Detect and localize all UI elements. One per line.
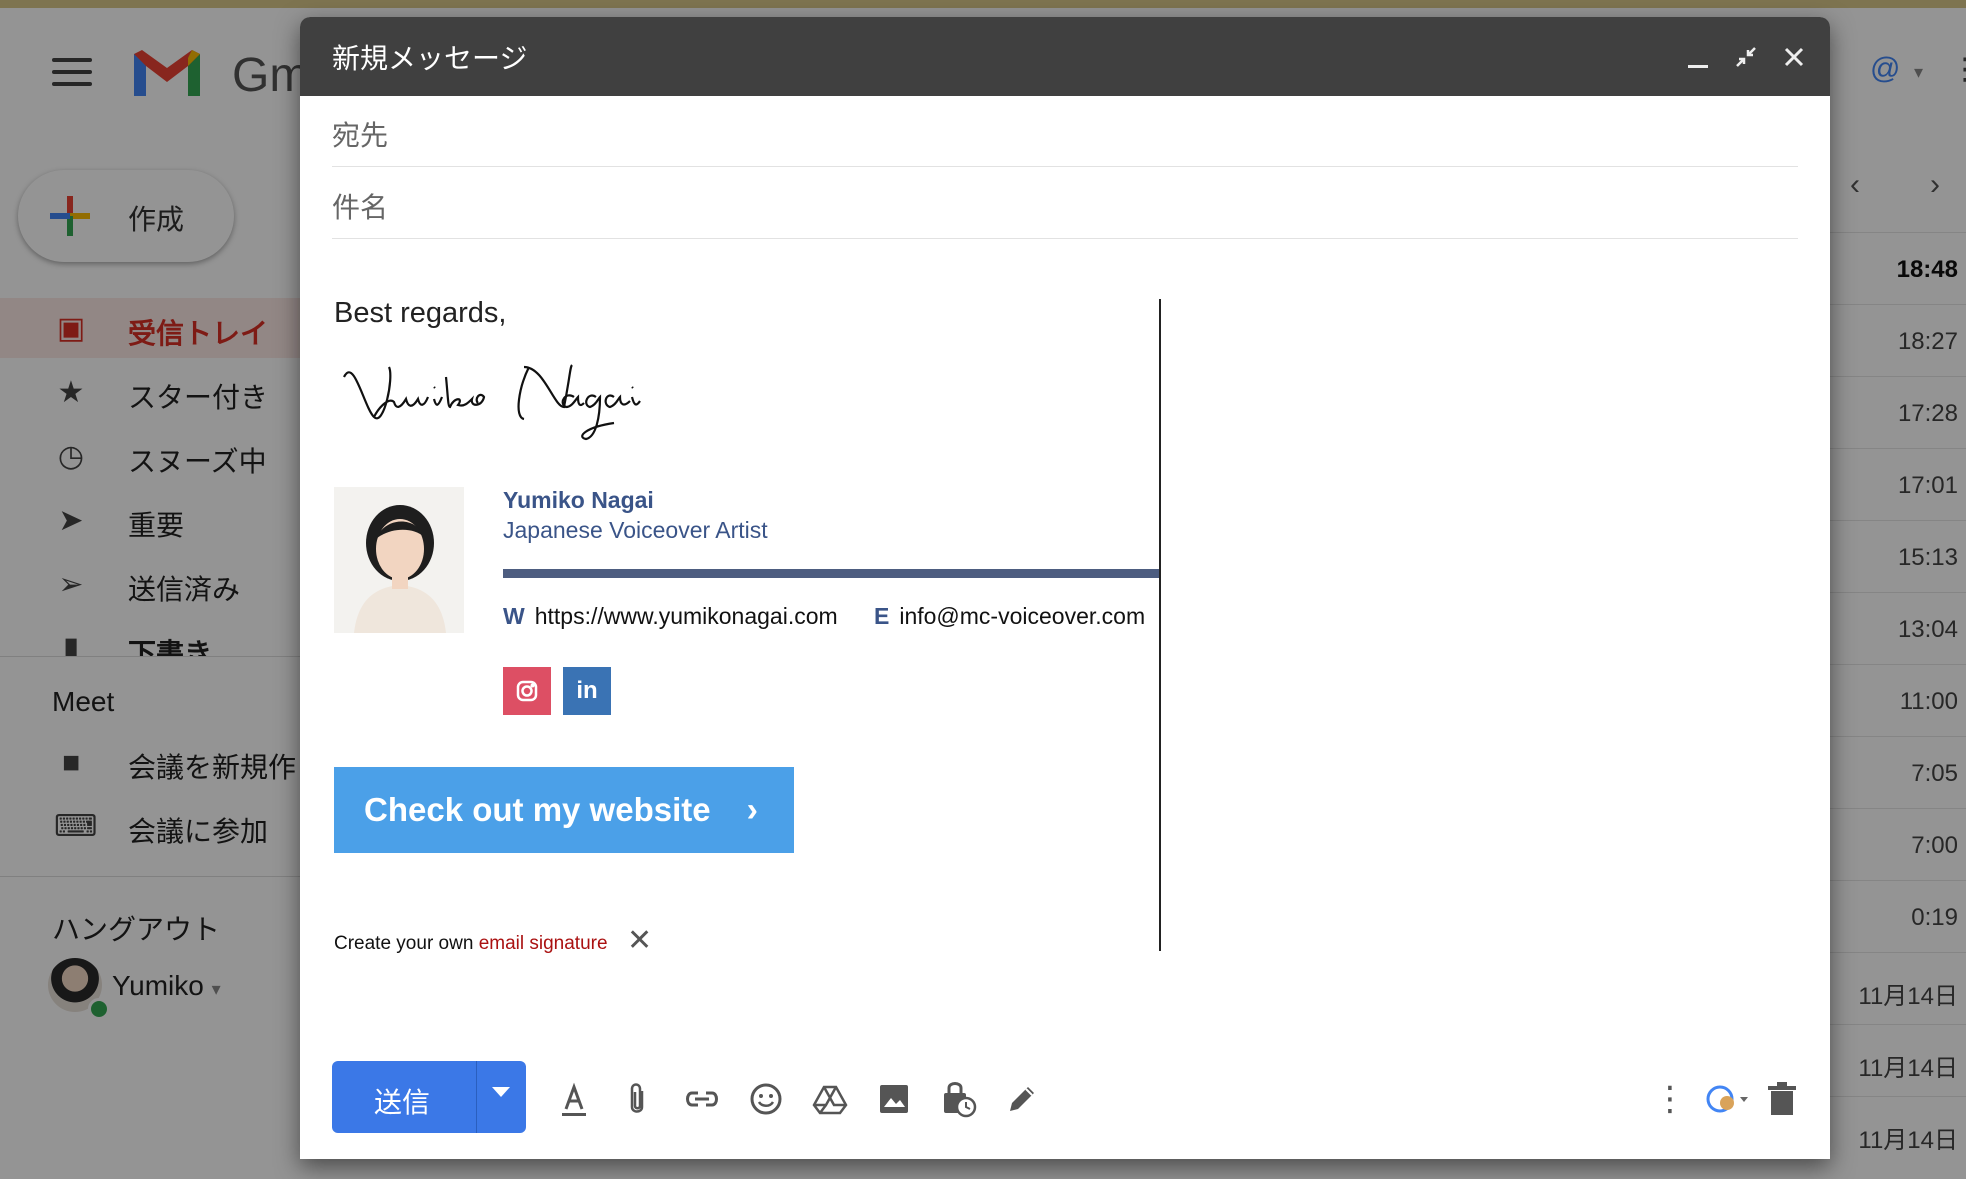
recipient-field[interactable]: 宛先 [332, 96, 1798, 167]
attach-file-icon[interactable] [618, 1079, 658, 1119]
create-signature-promo: Create your own email signature [334, 933, 608, 955]
exit-fullscreen-icon[interactable] [1730, 41, 1762, 73]
subject-field[interactable]: 件名 [332, 168, 1798, 239]
google-drive-icon[interactable] [810, 1079, 850, 1119]
confidential-mode-icon[interactable] [938, 1079, 978, 1119]
cta-label: Check out my website [364, 791, 711, 828]
insert-photo-icon[interactable] [874, 1079, 914, 1119]
instagram-icon[interactable] [503, 667, 551, 715]
create-signature-link[interactable]: email signature [479, 933, 608, 954]
insert-link-icon[interactable] [682, 1079, 722, 1119]
send-button-divider [476, 1061, 477, 1133]
text-format-icon[interactable] [554, 1079, 594, 1119]
check-website-button[interactable]: Check out my website › [334, 767, 794, 853]
signature-divider-bar [503, 569, 1159, 578]
signature-name: Yumiko Nagai [503, 487, 654, 513]
email-link[interactable]: info@mc-voiceover.com [899, 603, 1145, 629]
close-icon[interactable] [1778, 41, 1810, 73]
discard-draft-icon[interactable] [1762, 1079, 1802, 1119]
compose-header[interactable]: 新規メッセージ [300, 17, 1830, 96]
linkedin-icon[interactable]: in [563, 667, 611, 715]
minimize-icon[interactable] [1682, 41, 1714, 73]
email-label: E [874, 603, 890, 629]
more-options-icon[interactable]: ⋮ [1650, 1079, 1690, 1119]
compose-window: 新規メッセージ 宛先 件名 Best regards, Yumiko Nagai… [300, 17, 1830, 1159]
send-button[interactable]: 送信 [332, 1061, 526, 1133]
compose-title: 新規メッセージ [332, 43, 528, 74]
signature-website[interactable]: Whttps://www.yumikonagai.com [503, 603, 838, 630]
text-cursor-line [1159, 299, 1161, 951]
create-signature-text: Create your own [334, 933, 479, 954]
website-link[interactable]: https://www.yumikonagai.com [535, 603, 838, 629]
assistant-addon-icon[interactable] [1702, 1079, 1752, 1119]
signature-email[interactable]: Einfo@mc-voiceover.com [874, 603, 1145, 630]
subject-placeholder: 件名 [332, 192, 389, 223]
signature-greeting: Best regards, [334, 297, 507, 329]
signature-pen-icon[interactable] [1002, 1079, 1042, 1119]
profile-photo [334, 487, 464, 633]
emoji-icon[interactable] [746, 1079, 786, 1119]
to-placeholder: 宛先 [332, 120, 389, 151]
send-label: 送信 [374, 1087, 431, 1118]
chevron-right-icon: › [746, 791, 758, 829]
website-label: W [503, 603, 525, 629]
signature-role: Japanese Voiceover Artist [503, 517, 768, 543]
handwritten-signature [343, 364, 641, 441]
send-options-chevron-icon[interactable] [492, 1087, 510, 1097]
dismiss-promo-icon[interactable]: ✕ [627, 923, 652, 958]
